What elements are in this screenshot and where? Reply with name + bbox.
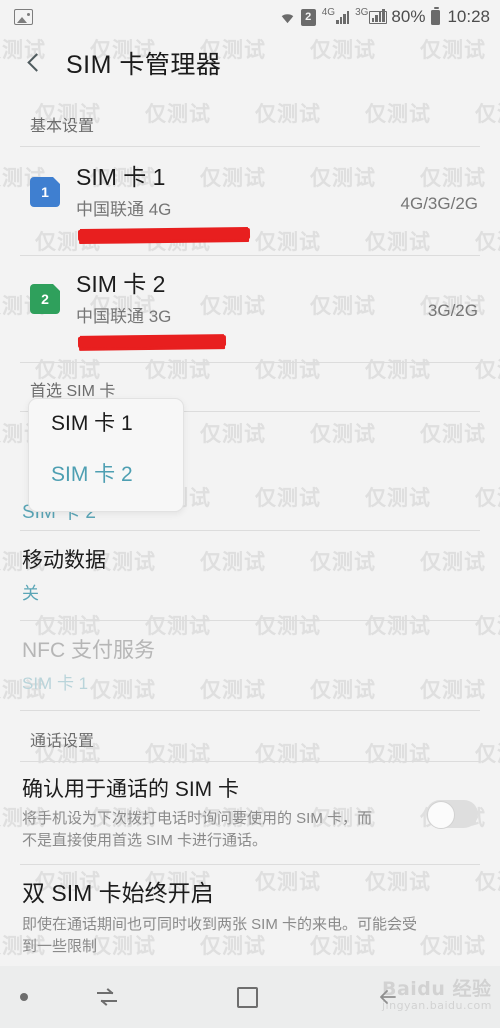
- sim2-icon-label: 2: [41, 290, 49, 307]
- sim-count-badge: 2: [300, 8, 316, 26]
- sim1-carrier: 中国联通 4G: [76, 199, 172, 219]
- sim2-icon: 2: [30, 283, 60, 314]
- network-2-label: 3G: [355, 6, 369, 18]
- nfc-payment-title: NFC 支付服务: [22, 638, 155, 662]
- section-header-call: 通话设置: [30, 733, 95, 751]
- nfc-payment-row: NFC 支付服务 SIM 卡 1: [0, 621, 500, 710]
- signal-bars-1: [336, 10, 350, 24]
- sim2-number-redaction: [77, 334, 227, 348]
- status-bar: 2 4G 3G 80% 10:28: [0, 0, 500, 34]
- section-header-basic: 基本设置: [30, 118, 95, 135]
- sim2-network-mode: 3G/2G: [427, 300, 478, 320]
- clock: 10:28: [447, 7, 490, 26]
- mobile-data-row[interactable]: 移动数据 关: [0, 531, 500, 620]
- network-1-label: 4G: [321, 6, 336, 18]
- wifi-icon: [279, 12, 295, 24]
- dropdown-option-sim2[interactable]: SIM 卡 2: [51, 464, 183, 485]
- mobile-data-value: 关: [22, 583, 39, 603]
- dot-icon: [20, 993, 28, 1001]
- confirm-sim-title: 确认用于通话的 SIM 卡: [22, 778, 240, 802]
- confirm-sim-description: 将手机设为下次拨打电话时询问要使用的 SIM 卡，而不是直接使用首选 SIM 卡…: [22, 810, 373, 850]
- sim2-carrier: 中国联通 3G: [76, 306, 172, 326]
- baidu-watermark-sub: jingyan.baidu.com: [381, 999, 492, 1012]
- baidu-watermark: Baidu 经验 jingyan.baidu.com: [382, 974, 492, 1012]
- settings-content: 基本设置 1 SIM 卡 1 中国联通 4G 4G/3G/2G 2 SIM 卡 …: [0, 92, 500, 969]
- sim1-title: SIM 卡 1: [76, 164, 166, 190]
- dropdown-option-sim1[interactable]: SIM 卡 1: [51, 413, 183, 434]
- network-indicator-4g: 4G: [321, 6, 350, 24]
- dual-sim-always-on-row[interactable]: 双 SIM 卡始终开启 即使在通话期间也可同时收到两张 SIM 卡的来电。可能会…: [0, 865, 500, 969]
- phone-screen: 仅测试仅测试仅测试仅测试仅测试仅测试仅测试仅测试仅测试仅测试仅测试仅测试仅测试仅…: [0, 0, 500, 1028]
- nfc-payment-value: SIM 卡 1: [22, 674, 89, 694]
- network-indicator-3g: 3G: [355, 6, 388, 24]
- sim-card-row-1[interactable]: 1 SIM 卡 1 中国联通 4G 4G/3G/2G: [0, 147, 500, 255]
- dual-sim-title: 双 SIM 卡始终开启: [22, 879, 214, 906]
- signal-bars-2: [369, 8, 388, 24]
- image-icon: [14, 9, 33, 25]
- battery-percent: 80%: [391, 7, 426, 26]
- preferred-sim-dropdown[interactable]: SIM 卡 1 SIM 卡 2: [28, 398, 184, 512]
- sim1-number-redaction: [77, 227, 251, 241]
- sim1-icon-label: 1: [41, 184, 49, 200]
- recents-icon[interactable]: [96, 988, 118, 1006]
- navigation-bar: Baidu 经验 jingyan.baidu.com: [0, 966, 500, 1028]
- baidu-watermark-text: Baidu 经验: [381, 978, 492, 1000]
- sim2-title: SIM 卡 2: [76, 270, 166, 297]
- mobile-data-title: 移动数据: [22, 548, 106, 572]
- page-title: SIM 卡管理器: [66, 51, 222, 79]
- sim1-icon: 1: [30, 177, 60, 207]
- battery-icon: [431, 6, 441, 25]
- home-square-icon[interactable]: [237, 986, 258, 1008]
- confirm-sim-for-call-row[interactable]: 确认用于通话的 SIM 卡 将手机设为下次拨打电话时询问要使用的 SIM 卡，而…: [0, 762, 500, 864]
- dual-sim-description: 即使在通话期间也可同时收到两张 SIM 卡的来电。可能会受到一些限制: [22, 915, 418, 955]
- chevron-left-icon[interactable]: [22, 51, 46, 75]
- app-bar: SIM 卡管理器: [0, 34, 500, 92]
- confirm-sim-toggle[interactable]: [426, 799, 478, 829]
- sim-card-row-2[interactable]: 2 SIM 卡 2 中国联通 3G 3G/2G: [0, 256, 500, 362]
- sim1-network-mode: 4G/3G/2G: [400, 193, 478, 213]
